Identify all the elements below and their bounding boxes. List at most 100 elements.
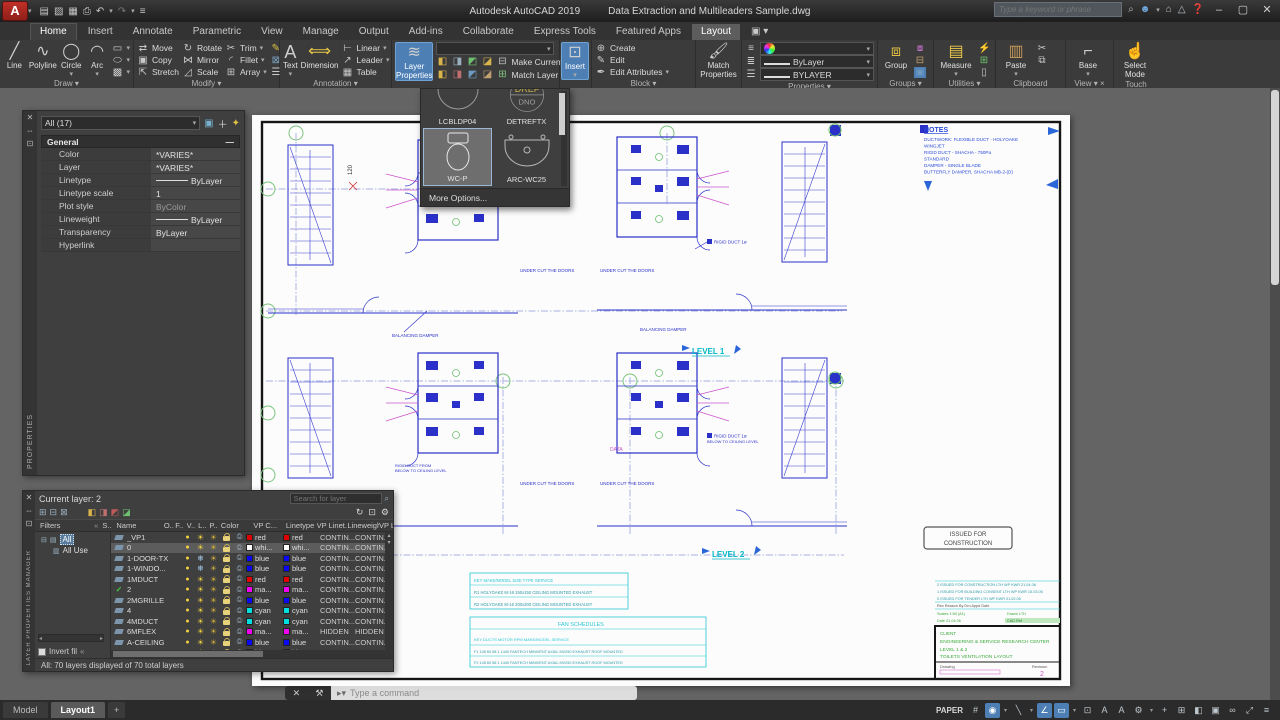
statusbar-icon-18[interactable]: ⤢ (1242, 703, 1257, 718)
tab-output[interactable]: Output (350, 24, 398, 40)
statusbar-icon-12[interactable]: ▾ (1148, 703, 1155, 718)
layer-plot-icon[interactable]: ⎙ (233, 638, 246, 646)
layer-search-icon[interactable]: ⌕ (385, 494, 389, 504)
column-header-7[interactable]: Color (221, 521, 253, 530)
gallery-item-wc-p[interactable]: WC-P (423, 128, 492, 186)
polyline-button[interactable]: ∿ Polyline (29, 42, 57, 78)
layer-lock-icon[interactable] (220, 627, 233, 636)
layer-plot-icon[interactable]: ⎙ (233, 544, 246, 552)
circle-button[interactable]: ◯ Circle ▾ (60, 42, 83, 78)
undo-icon[interactable]: ↶ (96, 6, 104, 17)
save-icon[interactable]: ▦ (68, 6, 77, 17)
dimension-button[interactable]: ⟺ Dimension (301, 42, 339, 78)
signin-dropdown-icon[interactable]: ▾ (1156, 6, 1160, 14)
layer-color-cell[interactable]: red (246, 533, 283, 542)
layer-columns-header[interactable]: Filters «S.. Name O.. F.. V.. L.. P.. Color VP C.… (35, 519, 393, 532)
column-header-9[interactable]: Linetype (286, 521, 317, 530)
layer-linetype[interactable]: CONTIN... (320, 596, 355, 605)
layer-on-icon[interactable]: ● (181, 555, 194, 562)
insert-button[interactable]: ⊡ Insert ▾ (561, 42, 589, 80)
column-header-10[interactable]: VP Linet... (317, 521, 348, 530)
tab-manage[interactable]: Manage (294, 24, 348, 40)
ellipse-icon[interactable]: ⬭ (112, 55, 124, 66)
array-button[interactable]: ⊞ Array ▾ (225, 66, 267, 78)
layer-lock-icon[interactable] (220, 585, 233, 594)
edit-attributes-button[interactable]: ✒ Edit Attributes ▾ (595, 66, 669, 78)
layer-row-0[interactable]: 0●☀☀⎙whi...whi...CONTIN...CONTIN...— Def… (111, 542, 393, 553)
column-header-0[interactable]: S.. (102, 521, 116, 530)
property-value[interactable]: *VARIES* (151, 161, 240, 173)
arc-button[interactable]: ◠ Arc ▾ (86, 42, 109, 78)
tab-add-ins[interactable]: Add-ins (400, 24, 452, 40)
layer-vp-freeze-icon[interactable]: ☀ (207, 585, 220, 594)
gallery-item-detreftx[interactable]: DREF DNO DETREFTX (492, 89, 561, 128)
layer-linetype[interactable]: HIDDEN (320, 627, 355, 636)
edit-block-button[interactable]: ✎ Edit (595, 54, 669, 66)
layer-plot-icon[interactable]: ⎙ (233, 554, 246, 562)
property-row-lineweight[interactable]: Lineweight ByLayer (41, 213, 240, 226)
expand-icon[interactable]: ⊟ (41, 536, 47, 544)
layer-vp-freeze-icon[interactable]: ☀ (207, 627, 220, 636)
layer-row-1-windo-[interactable]: 1-WINDO... ● ❄ ☀ ⎙ blue blue CONTIN... CONTIN...… (111, 564, 393, 575)
layer-lock-icon[interactable] (220, 617, 233, 626)
match-properties-button[interactable]: 🖌 Match Properties (698, 42, 739, 79)
close-button[interactable]: ✕ (1258, 3, 1276, 16)
gallery-scrollbar[interactable] (559, 91, 567, 186)
layer-on-icon[interactable]: ● (181, 565, 194, 572)
command-input[interactable]: ▸▾ Type a command (331, 686, 637, 700)
new-layout-tab[interactable]: + (108, 702, 126, 718)
layer-on-icon[interactable]: ● (181, 607, 194, 614)
layer-vp-color-cell[interactable]: blue (283, 596, 320, 605)
new-layer-icon[interactable]: ◧ (88, 507, 97, 518)
layer-vp-color-cell[interactable]: ma... (283, 627, 320, 636)
quick-select-icon[interactable]: ✦ (232, 118, 240, 129)
tab-insert[interactable]: Insert (79, 24, 122, 40)
quick-select-icon[interactable]: ⚡ (978, 43, 990, 54)
cut-icon[interactable]: ✂ (1036, 43, 1048, 54)
maximize-button[interactable]: ▢ (1234, 3, 1252, 16)
layer-row-6mflex[interactable]: 6MFLEX●☀☀⎙ma...ma...HIDDENHIDDEN— Defa..… (111, 627, 393, 638)
autodesk-app-store-icon[interactable]: ⌂ (1166, 4, 1172, 15)
layer-row--vp1[interactable]: _VP1●☀☀⎙redredCONTIN...CONTIN...— Defa..… (111, 532, 393, 543)
property-value[interactable]: ByLayer (151, 213, 240, 225)
layer-linetype[interactable]: CONTIN... (320, 543, 355, 552)
open-icon[interactable]: ▨ (54, 6, 63, 17)
filters-scrollbar[interactable]: ◂ ▸ (38, 634, 104, 642)
tab-view[interactable]: View (252, 24, 292, 40)
layout1-tab[interactable]: Layout1 (50, 702, 106, 718)
layer-plot-icon[interactable]: ⎙ (233, 533, 246, 541)
layer-plot-icon[interactable]: ⎙ (233, 607, 246, 615)
layer-plot-icon[interactable]: ⎙ (233, 586, 246, 594)
logo-dropdown-icon[interactable]: ▾ (28, 7, 32, 15)
drawing-area[interactable]: 120 RIGID DUCT 1ø RIGID DUCT 1ø UNDER CU… (0, 88, 1280, 700)
layer-vp-color-cell[interactable]: blue (283, 638, 320, 647)
layer-lock-icon[interactable] (220, 564, 233, 573)
line-button[interactable]: ╱ Line (3, 42, 26, 78)
layer-linetype[interactable]: CONTIN... (320, 533, 355, 542)
layer-linetype[interactable]: CONTIN... (320, 554, 355, 563)
layer-lock-icon[interactable] (220, 596, 233, 605)
statusbar-icon-8[interactable]: ⊡ (1080, 703, 1095, 718)
layer-on-icon[interactable]: ● (181, 534, 194, 541)
property-value[interactable] (151, 239, 240, 251)
undo-dropdown-icon[interactable]: ▾ (109, 7, 113, 15)
lpm-autohide-icon[interactable]: ⇔ (25, 506, 33, 515)
statusbar-icon-13[interactable]: + (1157, 703, 1172, 718)
property-value[interactable]: ByLayer (151, 174, 240, 186)
layer-row-2[interactable]: ✓2●☀☀⎙ma...ma...CONTIN...CONTIN...— Defa… (111, 585, 393, 596)
layer-freeze-icon[interactable]: ☀ (194, 627, 207, 636)
layer-vp-freeze-icon[interactable]: ☀ (207, 638, 220, 647)
hatch-icon[interactable]: ▩ (112, 67, 124, 78)
column-header-11[interactable]: Lineweight (347, 521, 379, 530)
make-current-button[interactable]: ◧ ◨ ◩ ◪ ⊟ Make Current (436, 56, 563, 68)
layer-plot-icon[interactable]: ⎙ (233, 565, 246, 573)
tab-layout[interactable]: Layout (691, 24, 740, 40)
tab-annotate[interactable]: Annotate (124, 24, 182, 40)
ungroup-icon[interactable]: ⧇ (914, 43, 926, 54)
mirror-button[interactable]: ⋈ Mirror (182, 54, 222, 66)
layer-select-combo[interactable]: ▾ (436, 42, 555, 56)
layer-row-a-ceiling[interactable]: A-CEILING●☀☀⎙blueblueCONTIN...CONTIN...—… (111, 637, 393, 648)
statusbar-icon-17[interactable]: ∞ (1225, 703, 1240, 718)
layer-row-4[interactable]: 4●☀☀⎙cyancyanCONTIN...CONTIN...— Defa...… (111, 606, 393, 617)
statusbar-icon-11[interactable]: ⚙ (1131, 703, 1146, 718)
